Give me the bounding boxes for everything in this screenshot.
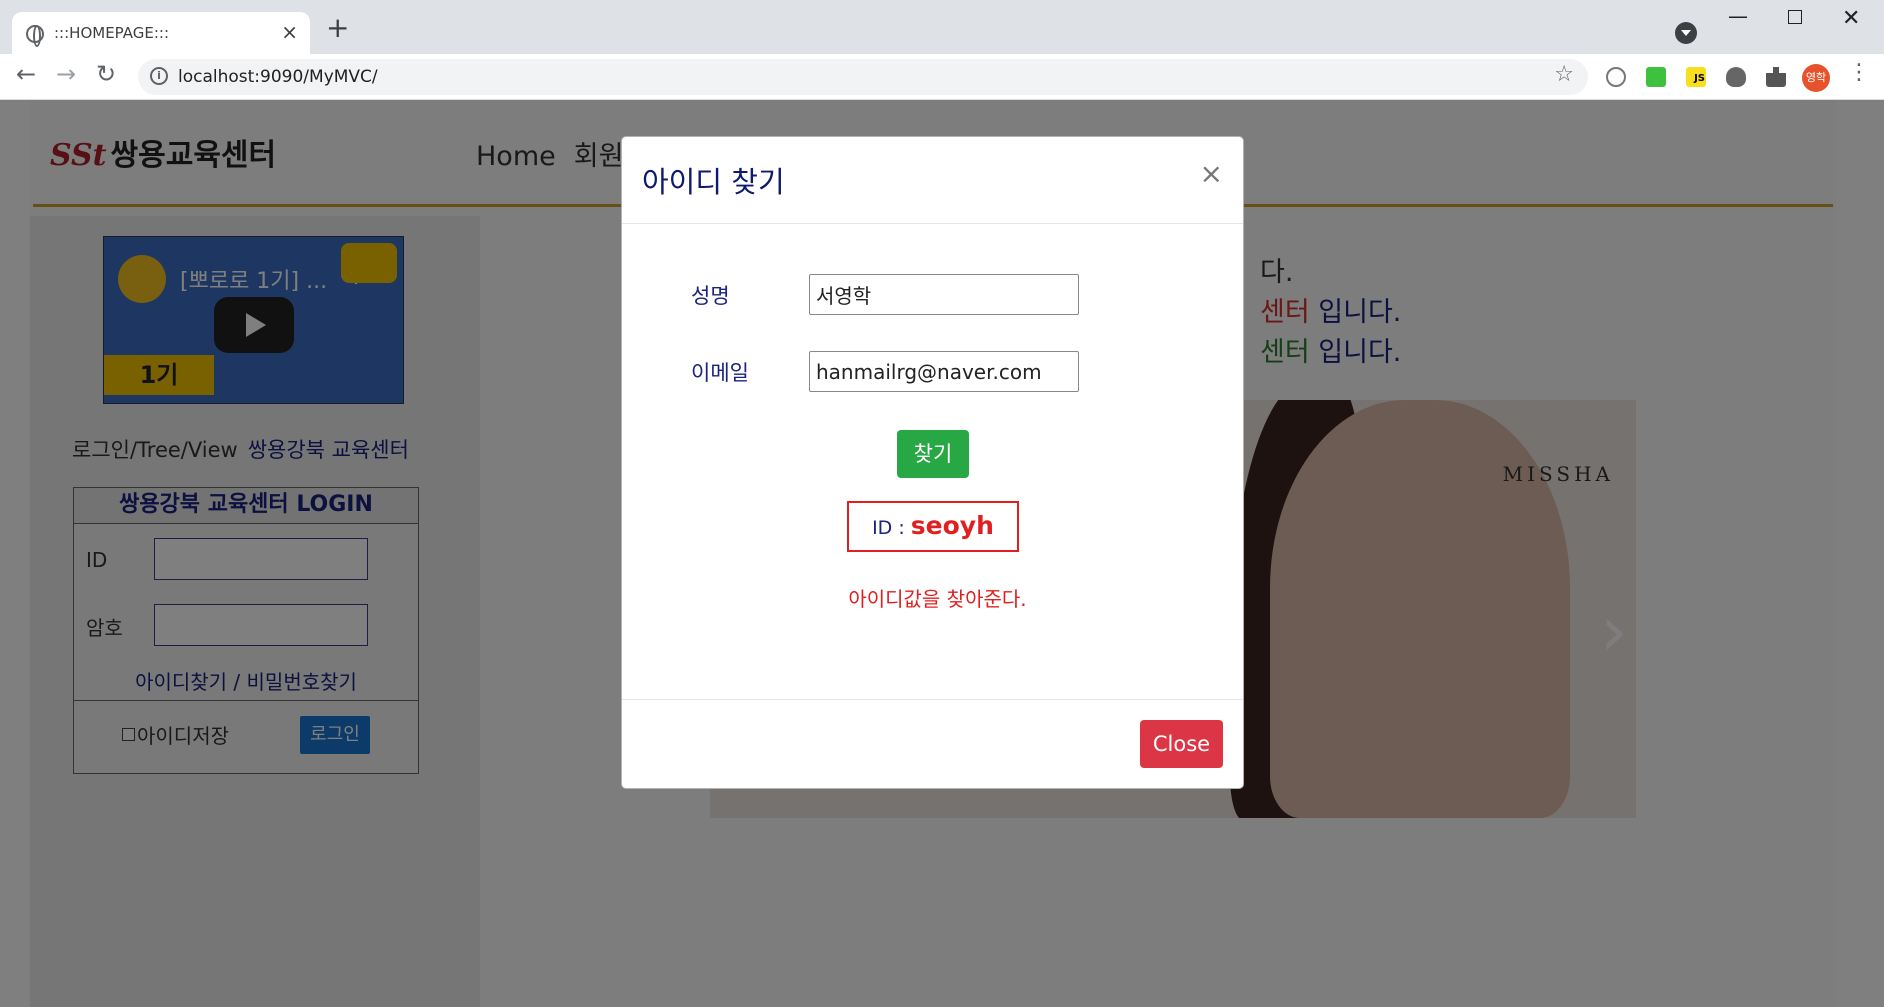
find-button[interactable]: 찾기 (897, 430, 969, 478)
tab-close-icon[interactable]: × (281, 20, 298, 44)
browser-menu-icon[interactable]: ⋮ (1848, 60, 1870, 85)
find-id-modal: 아이디 찾기 × 성명 이메일 찾기 ID : seoyh 아이디값을 찾아준다… (621, 136, 1244, 789)
close-button[interactable]: Close (1140, 720, 1223, 768)
result-note: 아이디값을 찾아준다. (848, 587, 1027, 611)
extension-bug-icon[interactable] (1726, 67, 1746, 87)
minimize-button[interactable]: — (1728, 4, 1748, 28)
extension-js-icon[interactable]: JS (1686, 67, 1706, 87)
new-tab-button[interactable]: + (326, 14, 349, 42)
modal-footer: Close (622, 699, 1243, 790)
tab-search-icon[interactable] (1675, 22, 1697, 44)
reload-icon[interactable]: ↻ (96, 62, 116, 86)
tab-title: :::HOMEPAGE::: (54, 24, 170, 42)
extension-search-icon[interactable] (1606, 67, 1626, 87)
address-bar[interactable]: i localhost:9090/MyMVC/ ☆ (138, 59, 1588, 95)
profile-avatar[interactable]: 영학 (1802, 64, 1830, 92)
email-label: 이메일 (691, 361, 749, 385)
url-text[interactable]: localhost:9090/MyMVC/ (178, 67, 378, 87)
modal-title: 아이디 찾기 (642, 165, 785, 199)
maximize-button[interactable] (1788, 10, 1802, 24)
id-result-value: seoyh (910, 511, 994, 540)
modal-header: 아이디 찾기 × (622, 137, 1243, 224)
name-label: 성명 (691, 284, 730, 308)
id-result-box: ID : seoyh (847, 501, 1019, 552)
browser-tabstrip: :::HOMEPAGE::: × + — ✕ (0, 0, 1884, 54)
globe-icon (26, 25, 44, 47)
browser-tab[interactable]: :::HOMEPAGE::: × (12, 12, 310, 54)
forward-arrow-icon[interactable]: → (56, 62, 76, 86)
id-result-label: ID : (872, 517, 911, 539)
info-icon[interactable]: i (150, 67, 168, 85)
email-input[interactable] (809, 351, 1079, 392)
modal-close-icon[interactable]: × (1200, 157, 1223, 190)
browser-toolbar: ← → ↻ i localhost:9090/MyMVC/ ☆ JS 영학 ⋮ (0, 54, 1884, 100)
bookmark-star-icon[interactable]: ☆ (1554, 62, 1574, 87)
name-input[interactable] (809, 274, 1079, 315)
back-arrow-icon[interactable]: ← (16, 62, 36, 86)
extensions-puzzle-icon[interactable] (1766, 67, 1786, 87)
window-close-button[interactable]: ✕ (1842, 6, 1860, 31)
extension-screen-icon[interactable] (1646, 67, 1666, 87)
